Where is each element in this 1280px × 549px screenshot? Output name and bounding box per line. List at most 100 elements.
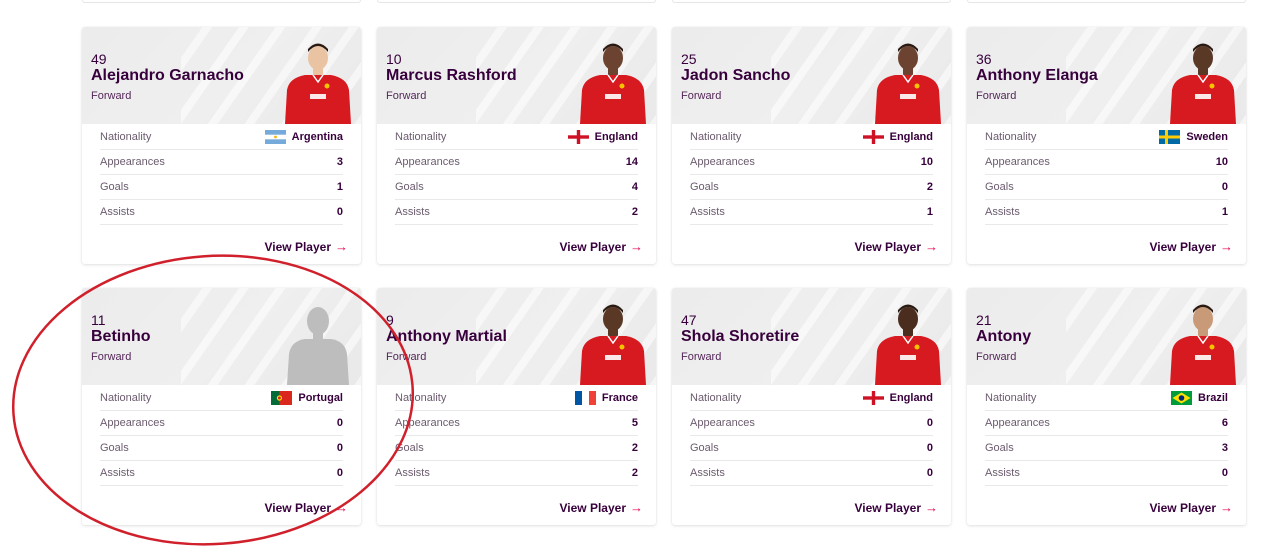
appearances-row: Appearances 10: [985, 150, 1228, 175]
card-edge-above: [82, 0, 361, 3]
assists-row: Assists 1: [690, 200, 933, 225]
nationality-label: Nationality: [100, 391, 152, 404]
view-player-label[interactable]: View Player: [1150, 501, 1217, 515]
assists-row: Assists 2: [395, 461, 638, 486]
player-name[interactable]: Jadon Sancho: [681, 67, 790, 85]
view-player-link[interactable]: View Player →: [1150, 239, 1234, 254]
player-card[interactable]: 25 Jadon Sancho Forward Nationality England A…: [672, 27, 951, 264]
appearances-row: Appearances 0: [100, 411, 343, 436]
nationality-text: France: [601, 391, 638, 404]
view-player-label[interactable]: View Player: [855, 240, 922, 254]
stats-table: Nationality England Appearances 14 Goals 4 Ass…: [377, 124, 656, 225]
nationality-value: Brazil: [1171, 390, 1228, 405]
view-player-link[interactable]: View Player →: [560, 500, 644, 515]
goals-value: 2: [631, 442, 638, 454]
nationality-text: Argentina: [291, 130, 343, 143]
goals-label: Goals: [985, 442, 1014, 454]
player-card[interactable]: 10 Marcus Rashford Forward Nationality Engla…: [377, 27, 656, 264]
arrow-right-icon[interactable]: →: [1220, 500, 1233, 515]
nationality-row: Nationality England: [395, 124, 638, 150]
goals-label: Goals: [690, 181, 719, 193]
player-name[interactable]: Antony: [976, 328, 1031, 346]
player-card[interactable]: 21 Antony Forward Nationality Brazil Appearan…: [967, 288, 1246, 525]
nationality-label: Nationality: [985, 391, 1037, 404]
shirt-number: 11: [91, 312, 106, 328]
view-player-link[interactable]: View Player →: [265, 500, 349, 515]
appearances-row: Appearances 3: [100, 150, 343, 175]
card-header: 47 Shola Shoretire Forward: [672, 288, 951, 385]
goals-value: 0: [336, 442, 343, 454]
assists-row: Assists 1: [985, 200, 1228, 225]
nationality-label: Nationality: [395, 130, 447, 143]
arrow-right-icon[interactable]: →: [1220, 239, 1233, 254]
stats-table: Nationality Argentina Appearances 3 Goals 1 As…: [82, 124, 361, 225]
appearances-label: Appearances: [100, 156, 165, 168]
goals-value: 0: [1221, 181, 1228, 193]
appearances-value: 10: [920, 156, 933, 168]
goals-row: Goals 4: [395, 175, 638, 200]
player-name[interactable]: Marcus Rashford: [386, 67, 517, 85]
arrow-right-icon[interactable]: →: [925, 500, 938, 515]
player-card[interactable]: 47 Shola Shoretire Forward Nationality Engla…: [672, 288, 951, 525]
appearances-value: 0: [336, 417, 343, 429]
view-player-label[interactable]: View Player: [1150, 240, 1217, 254]
nationality-row: Nationality England: [690, 124, 933, 150]
arrow-right-icon[interactable]: →: [335, 239, 348, 254]
player-name[interactable]: Alejandro Garnacho: [91, 67, 244, 85]
arrow-right-icon[interactable]: →: [925, 239, 938, 254]
argentina-flag: [264, 129, 286, 144]
appearances-label: Appearances: [985, 156, 1050, 168]
view-player-link[interactable]: View Player →: [855, 239, 939, 254]
view-player-link[interactable]: View Player →: [265, 239, 349, 254]
goals-row: Goals 0: [985, 175, 1228, 200]
assists-label: Assists: [985, 467, 1020, 479]
appearances-value: 6: [1221, 417, 1228, 429]
shirt-number: 49: [91, 51, 107, 67]
player-card[interactable]: 9 Anthony Martial Forward Nationality France…: [377, 288, 656, 525]
nationality-label: Nationality: [690, 391, 742, 404]
player-position: Forward: [681, 90, 722, 102]
nationality-value: England: [862, 390, 933, 405]
england-flag: [862, 129, 884, 144]
goals-row: Goals 2: [395, 436, 638, 461]
arrow-right-icon[interactable]: →: [630, 239, 643, 254]
card-edge-above: [672, 0, 951, 3]
appearances-value: 14: [625, 156, 638, 168]
assists-value: 2: [631, 467, 638, 479]
appearances-row: Appearances 14: [395, 150, 638, 175]
arrow-right-icon[interactable]: →: [335, 500, 348, 515]
player-name[interactable]: Betinho: [91, 328, 151, 346]
nationality-text: England: [594, 130, 638, 143]
nationality-value: France: [574, 390, 638, 405]
player-card[interactable]: 36 Anthony Elanga Forward Nationality Sweden…: [967, 27, 1246, 264]
view-player-label[interactable]: View Player: [265, 240, 332, 254]
goals-row: Goals 0: [100, 436, 343, 461]
view-player-link[interactable]: View Player →: [1150, 500, 1234, 515]
view-player-label[interactable]: View Player: [560, 240, 627, 254]
assists-label: Assists: [690, 206, 725, 218]
goals-value: 1: [336, 181, 343, 193]
player-name[interactable]: Shola Shoretire: [681, 328, 799, 346]
view-player-label[interactable]: View Player: [560, 501, 627, 515]
player-card[interactable]: 11 Betinho Forward Nationality Portugal Appea…: [82, 288, 361, 525]
view-player-link[interactable]: View Player →: [855, 500, 939, 515]
appearances-label: Appearances: [690, 417, 755, 429]
appearances-value: 0: [926, 417, 933, 429]
appearances-label: Appearances: [690, 156, 755, 168]
shirt-number: 47: [681, 312, 697, 328]
goals-label: Goals: [395, 442, 424, 454]
player-name[interactable]: Anthony Elanga: [976, 67, 1098, 85]
player-name[interactable]: Anthony Martial: [386, 328, 507, 346]
goals-row: Goals 2: [690, 175, 933, 200]
player-position: Forward: [91, 90, 132, 102]
nationality-label: Nationality: [690, 130, 742, 143]
arrow-right-icon[interactable]: →: [630, 500, 643, 515]
view-player-label[interactable]: View Player: [855, 501, 922, 515]
view-player-link[interactable]: View Player →: [560, 239, 644, 254]
player-card[interactable]: 49 Alejandro Garnacho Forward Nationality Ar…: [82, 27, 361, 264]
view-player-label[interactable]: View Player: [265, 501, 332, 515]
england-flag: [862, 390, 884, 405]
card-header: 9 Anthony Martial Forward: [377, 288, 656, 385]
shirt-number: 25: [681, 51, 697, 67]
assists-label: Assists: [690, 467, 725, 479]
